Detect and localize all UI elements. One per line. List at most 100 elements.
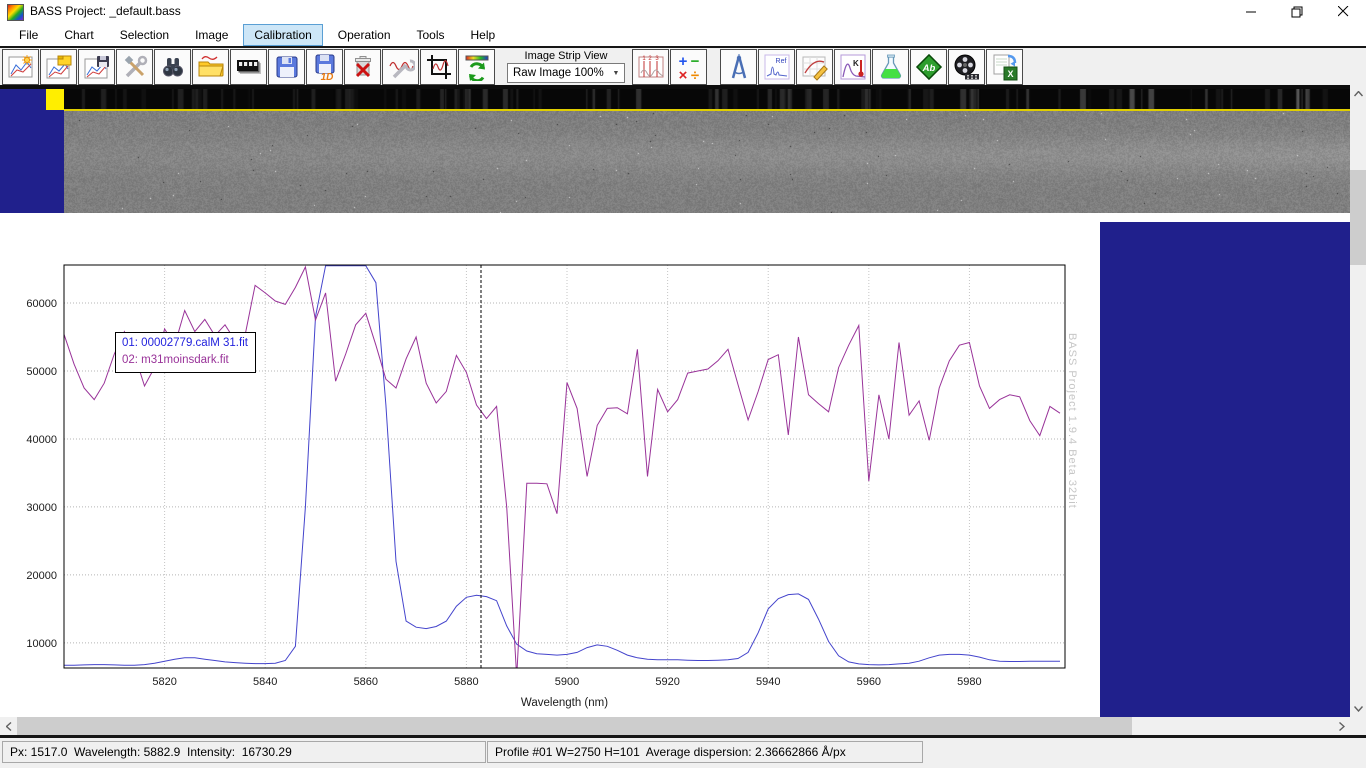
refresh-colormap-icon — [463, 53, 491, 81]
chart-legend[interactable]: 01: 00002779.calM 31.fit02: m31moinsdark… — [115, 332, 256, 373]
image-strip-area — [0, 89, 1350, 213]
svg-text:1D: 1D — [320, 72, 333, 81]
scroll-left-icon[interactable] — [0, 717, 17, 735]
image-strip-view-select[interactable]: Raw Image 100% ▼ — [507, 63, 625, 83]
vertical-scrollbar[interactable] — [1350, 85, 1366, 717]
planck-curve-icon: K — [839, 53, 867, 81]
svg-text:÷: ÷ — [690, 67, 698, 81]
svg-text:50000: 50000 — [26, 366, 57, 378]
vertical-scroll-thumb[interactable] — [1350, 170, 1366, 265]
open-profile-folder-icon — [197, 53, 225, 81]
version-watermark: BASS Project 1.9.4 Beta 32bit — [1066, 333, 1078, 509]
svg-text:5900: 5900 — [555, 676, 579, 688]
status-bar: Px: 1517.0 Wavelength: 5882.9 Intensity:… — [0, 738, 1366, 768]
menu-image[interactable]: Image — [184, 24, 239, 46]
refresh-colormap-button[interactable] — [458, 49, 495, 85]
svg-text:5840: 5840 — [253, 676, 277, 688]
absorption-lines-button[interactable]: Ab — [910, 49, 947, 85]
svg-text:60000: 60000 — [26, 298, 57, 310]
search-button[interactable] — [154, 49, 191, 85]
profile-status-cell: Profile #01 W=2750 H=101 Average dispers… — [487, 741, 923, 763]
svg-text:5820: 5820 — [152, 676, 176, 688]
numbered-peaks-icon: 123 — [637, 53, 665, 81]
svg-text:Ref: Ref — [775, 58, 786, 65]
minimize-icon — [1246, 6, 1257, 17]
svg-text:Ab: Ab — [921, 63, 935, 74]
planck-curve-button[interactable]: K — [834, 49, 871, 85]
svg-text:5860: 5860 — [354, 676, 378, 688]
svg-text:X: X — [1007, 69, 1013, 79]
cursor-status-cell: Px: 1517.0 Wavelength: 5882.9 Intensity:… — [2, 741, 486, 763]
math-operations-icon: +−×÷ — [675, 53, 703, 81]
chart-region: 1000020000300004000050000600005820584058… — [0, 213, 1350, 717]
window-title: BASS Project: _default.bass — [30, 4, 181, 18]
menu-selection[interactable]: Selection — [109, 24, 180, 46]
menu-help[interactable]: Help — [460, 24, 507, 46]
scroll-right-icon[interactable] — [1333, 717, 1350, 735]
svg-text:5880: 5880 — [454, 676, 478, 688]
menu-bar: FileChartSelectionImageCalibrationOperat… — [0, 23, 1366, 46]
crop-chart-button[interactable] — [420, 49, 457, 85]
menu-operation[interactable]: Operation — [327, 24, 402, 46]
title-bar: BASS Project: _default.bass — [0, 0, 1366, 23]
svg-text:20000: 20000 — [26, 570, 57, 582]
menu-chart[interactable]: Chart — [53, 24, 104, 46]
measure-compass-button[interactable] — [720, 49, 757, 85]
absorption-lines-icon: Ab — [915, 53, 943, 81]
edit-curve-button[interactable] — [796, 49, 833, 85]
open-project-button[interactable] — [40, 49, 77, 85]
horizontal-scrollbar[interactable] — [0, 717, 1350, 735]
chemical-elements-button[interactable] — [872, 49, 909, 85]
close-icon — [1338, 6, 1349, 17]
svg-text:K: K — [853, 59, 859, 68]
restore-button[interactable] — [1274, 0, 1320, 23]
menu-file[interactable]: File — [8, 24, 49, 46]
image-strip-view-label: Image Strip View — [525, 50, 608, 62]
save-project-chart-icon — [83, 53, 111, 81]
scroll-up-icon[interactable] — [1350, 85, 1366, 102]
delete-button[interactable] — [344, 49, 381, 85]
bass-window: BASS Project: _default.bass FileChartSel… — [0, 0, 1366, 768]
scroll-down-icon[interactable] — [1350, 700, 1366, 717]
svg-text:30000: 30000 — [26, 502, 57, 514]
reference-spectrum-button[interactable]: Ref — [758, 49, 795, 85]
spectrum-chart[interactable]: 1000020000300004000050000600005820584058… — [0, 213, 1100, 717]
save-button[interactable] — [268, 49, 305, 85]
settings-button[interactable] — [116, 49, 153, 85]
horizontal-scroll-thumb[interactable] — [17, 717, 1132, 735]
crop-chart-icon — [425, 53, 453, 81]
close-button[interactable] — [1320, 0, 1366, 23]
new-project-button[interactable] — [2, 49, 39, 85]
edit-curve-icon — [801, 53, 829, 81]
legend-entry: 01: 00002779.calM 31.fit — [122, 335, 248, 352]
animation-film-icon — [953, 53, 981, 81]
math-operations-button[interactable]: +−×÷ — [670, 49, 707, 85]
open-profile-button[interactable] — [192, 49, 229, 85]
numbered-peaks-button[interactable]: 123 — [632, 49, 669, 85]
export-excel-button[interactable]: X — [986, 49, 1023, 85]
svg-text:5940: 5940 — [756, 676, 780, 688]
image-strip-button[interactable] — [230, 49, 267, 85]
svg-text:5920: 5920 — [655, 676, 679, 688]
animation-film-button[interactable] — [948, 49, 985, 85]
right-background-panel — [1100, 222, 1350, 717]
binoculars-icon — [159, 53, 187, 81]
measure-compass-icon — [725, 53, 753, 81]
svg-text:×: × — [678, 67, 687, 81]
minimize-button[interactable] — [1228, 0, 1274, 23]
reference-spectrum-icon: Ref — [763, 53, 791, 81]
svg-text:40000: 40000 — [26, 434, 57, 446]
raw-spectrum-strip[interactable] — [64, 89, 1350, 111]
raw-image-strip[interactable] — [64, 111, 1350, 213]
export-excel-icon: X — [991, 53, 1019, 81]
svg-text:5960: 5960 — [857, 676, 881, 688]
save-1d-button[interactable]: 1D — [306, 49, 343, 85]
save-icon — [273, 53, 301, 81]
save-project-button[interactable] — [78, 49, 115, 85]
profile-tools-icon — [387, 53, 415, 81]
menu-tools[interactable]: Tools — [406, 24, 456, 46]
app-icon — [7, 4, 24, 21]
svg-text:5980: 5980 — [957, 676, 981, 688]
profile-tools-button[interactable] — [382, 49, 419, 85]
menu-calibration[interactable]: Calibration — [243, 24, 322, 46]
